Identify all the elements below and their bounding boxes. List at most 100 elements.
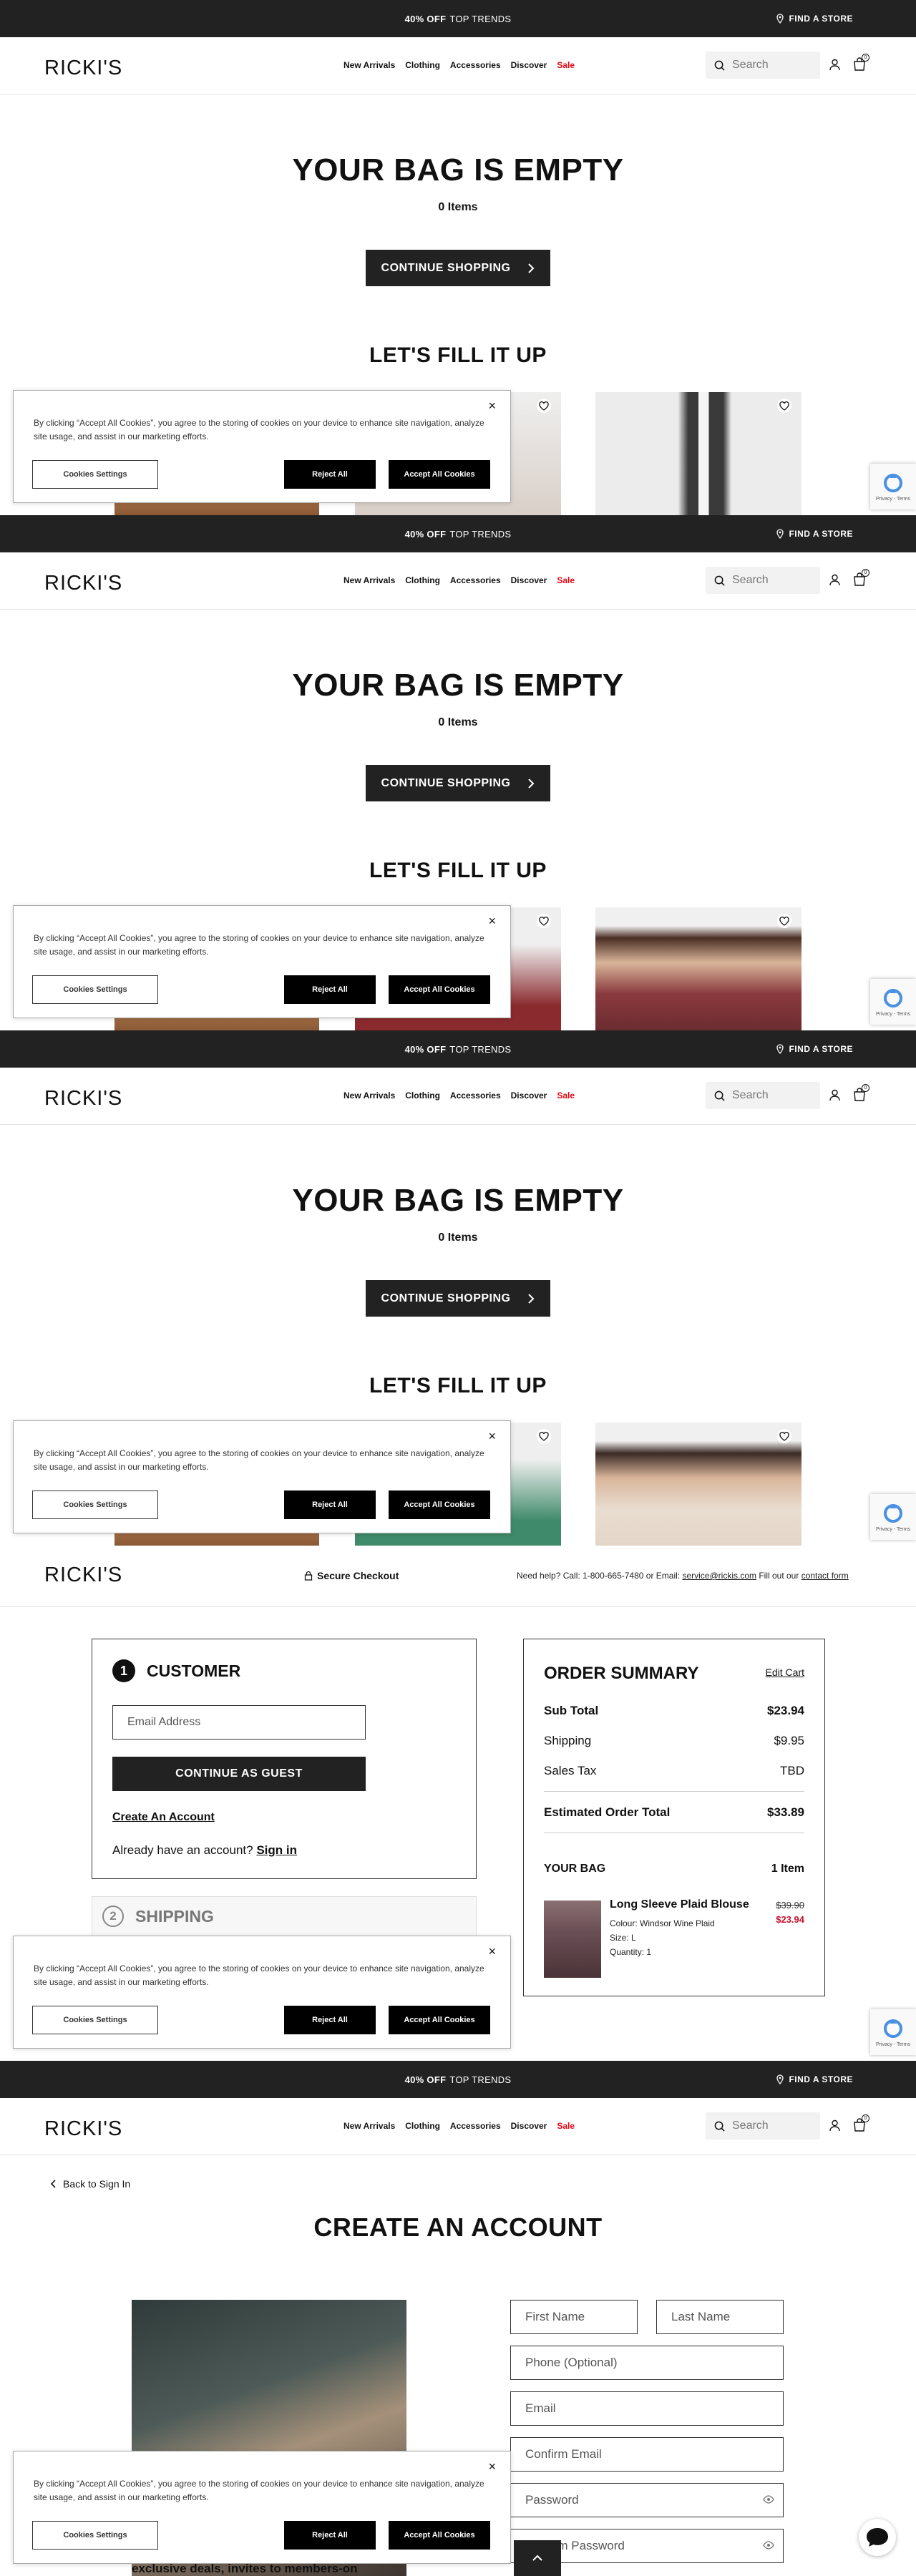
search-input[interactable]: Search bbox=[706, 567, 820, 594]
nav-sale[interactable]: Sale bbox=[557, 575, 575, 585]
bag-icon[interactable]: 0 bbox=[853, 569, 869, 586]
promo-bar[interactable]: 40% OFF TOP TRENDS FIND A STORE bbox=[0, 0, 916, 37]
cookies-settings-button[interactable]: Cookies Settings bbox=[32, 2006, 158, 2034]
contact-form-link[interactable]: contact form bbox=[802, 1571, 849, 1581]
wishlist-heart-icon[interactable] bbox=[537, 914, 551, 928]
nav-sale[interactable]: Sale bbox=[557, 60, 575, 70]
search-input[interactable]: Search bbox=[706, 52, 820, 79]
product-image[interactable] bbox=[544, 1901, 601, 1978]
nav-accessories[interactable]: Accessories bbox=[450, 1091, 501, 1101]
accept-all-cookies-button[interactable]: Accept All Cookies bbox=[389, 2006, 490, 2034]
nav-accessories[interactable]: Accessories bbox=[450, 2121, 501, 2131]
recaptcha-badge[interactable]: Privacy - Terms bbox=[870, 979, 916, 1025]
recaptcha-badge[interactable]: Privacy - Terms bbox=[870, 464, 916, 509]
accept-all-cookies-button[interactable]: Accept All Cookies bbox=[389, 975, 490, 1004]
nav-clothing[interactable]: Clothing bbox=[405, 1091, 440, 1101]
nav-accessories[interactable]: Accessories bbox=[450, 60, 501, 70]
logo[interactable]: RICKI'S bbox=[44, 572, 122, 595]
nav-clothing[interactable]: Clothing bbox=[405, 60, 440, 70]
nav-accessories[interactable]: Accessories bbox=[450, 575, 501, 585]
wishlist-heart-icon[interactable] bbox=[777, 914, 791, 928]
recaptcha-badge[interactable]: Privacy - Terms bbox=[870, 2009, 916, 2055]
phone-field[interactable]: Phone (Optional) bbox=[510, 2346, 784, 2380]
close-icon[interactable]: × bbox=[488, 914, 496, 927]
wishlist-heart-icon[interactable] bbox=[537, 399, 551, 413]
email-field[interactable]: Email bbox=[510, 2391, 784, 2426]
account-icon[interactable] bbox=[829, 59, 841, 71]
search-input[interactable]: Search bbox=[706, 1082, 820, 1109]
first-name-field[interactable]: First Name bbox=[510, 2300, 638, 2334]
chat-button[interactable] bbox=[859, 2519, 896, 2556]
accept-all-cookies-button[interactable]: Accept All Cookies bbox=[389, 460, 490, 489]
accept-all-cookies-button[interactable]: Accept All Cookies bbox=[389, 1491, 490, 1519]
nav-clothing[interactable]: Clothing bbox=[405, 2121, 440, 2131]
continue-shopping-button[interactable]: CONTINUE SHOPPING bbox=[366, 765, 550, 801]
accept-all-cookies-button[interactable]: Accept All Cookies bbox=[389, 2521, 490, 2550]
bag-icon[interactable]: 0 bbox=[853, 1084, 869, 1101]
nav-new-arrivals[interactable]: New Arrivals bbox=[344, 60, 395, 70]
bag-icon[interactable]: 0 bbox=[853, 54, 869, 71]
reject-all-button[interactable]: Reject All bbox=[284, 1491, 376, 1519]
reject-all-button[interactable]: Reject All bbox=[284, 2521, 376, 2550]
nav-sale[interactable]: Sale bbox=[557, 1091, 575, 1101]
logo[interactable]: RICKI'S bbox=[44, 2117, 122, 2141]
continue-shopping-button[interactable]: CONTINUE SHOPPING bbox=[366, 250, 550, 286]
reject-all-button[interactable]: Reject All bbox=[284, 975, 376, 1004]
logo[interactable]: RICKI'S bbox=[44, 1563, 122, 1587]
wishlist-heart-icon[interactable] bbox=[777, 1429, 791, 1443]
account-icon[interactable] bbox=[829, 2119, 841, 2132]
recaptcha-badge[interactable]: Privacy - Terms bbox=[870, 1494, 916, 1540]
promo-bar[interactable]: 40% OFF TOP TRENDS FIND A STORE bbox=[0, 1030, 916, 1068]
reject-all-button[interactable]: Reject All bbox=[284, 460, 376, 489]
close-icon[interactable]: × bbox=[488, 2460, 496, 2473]
account-icon[interactable] bbox=[829, 574, 841, 586]
find-store-link[interactable]: FIND A STORE bbox=[776, 1030, 853, 1068]
reject-all-button[interactable]: Reject All bbox=[284, 2006, 376, 2034]
product-card[interactable] bbox=[595, 392, 802, 515]
bag-icon[interactable]: 0 bbox=[853, 2114, 869, 2132]
close-icon[interactable]: × bbox=[488, 1945, 496, 1958]
last-name-field[interactable]: Last Name bbox=[656, 2300, 784, 2334]
cookies-settings-button[interactable]: Cookies Settings bbox=[32, 460, 158, 489]
email-field[interactable]: Email Address bbox=[112, 1705, 366, 1740]
nav-sale[interactable]: Sale bbox=[557, 2121, 575, 2131]
cookies-settings-button[interactable]: Cookies Settings bbox=[32, 975, 158, 1004]
promo-bar[interactable]: 40% OFF TOP TRENDS FIND A STORE bbox=[0, 2061, 916, 2098]
show-password-icon[interactable] bbox=[763, 2541, 774, 2550]
nav-new-arrivals[interactable]: New Arrivals bbox=[344, 1091, 395, 1101]
nav-discover[interactable]: Discover bbox=[511, 60, 547, 70]
product-card[interactable] bbox=[595, 907, 802, 1030]
close-icon[interactable]: × bbox=[488, 399, 496, 412]
logo[interactable]: RICKI'S bbox=[44, 1087, 122, 1111]
scroll-to-top-button[interactable] bbox=[514, 2540, 561, 2576]
edit-cart-link[interactable]: Edit Cart bbox=[766, 1667, 804, 1678]
continue-as-guest-button[interactable]: CONTINUE AS GUEST bbox=[112, 1757, 366, 1791]
close-icon[interactable]: × bbox=[488, 1430, 496, 1443]
cookies-settings-button[interactable]: Cookies Settings bbox=[32, 1491, 158, 1519]
wishlist-heart-icon[interactable] bbox=[777, 399, 791, 413]
confirm-email-field[interactable]: Confirm Email bbox=[510, 2437, 784, 2472]
find-store-link[interactable]: FIND A STORE bbox=[776, 2061, 853, 2098]
back-to-sign-in-link[interactable]: Back to Sign In bbox=[50, 2178, 130, 2190]
nav-new-arrivals[interactable]: New Arrivals bbox=[344, 2121, 395, 2131]
search-input[interactable]: Search bbox=[706, 2112, 820, 2140]
product-card[interactable] bbox=[595, 1423, 802, 1546]
promo-bar[interactable]: 40% OFF TOP TRENDS FIND A STORE bbox=[0, 515, 916, 552]
nav-discover[interactable]: Discover bbox=[511, 1091, 547, 1101]
item-name[interactable]: Long Sleeve Plaid Blouse bbox=[610, 1898, 749, 1911]
nav-discover[interactable]: Discover bbox=[511, 575, 547, 585]
password-field[interactable]: Password bbox=[510, 2483, 784, 2517]
sign-in-link[interactable]: Sign in bbox=[256, 1843, 297, 1857]
wishlist-heart-icon[interactable] bbox=[537, 1429, 551, 1443]
nav-discover[interactable]: Discover bbox=[511, 2121, 547, 2131]
nav-clothing[interactable]: Clothing bbox=[405, 575, 440, 585]
nav-new-arrivals[interactable]: New Arrivals bbox=[344, 575, 395, 585]
logo[interactable]: RICKI'S bbox=[44, 57, 122, 80]
continue-shopping-button[interactable]: CONTINUE SHOPPING bbox=[366, 1280, 550, 1317]
find-store-link[interactable]: FIND A STORE bbox=[776, 0, 853, 37]
account-icon[interactable] bbox=[829, 1089, 841, 1101]
create-account-link[interactable]: Create An Account bbox=[112, 1811, 215, 1824]
help-email-link[interactable]: service@rickis.com bbox=[682, 1571, 756, 1581]
find-store-link[interactable]: FIND A STORE bbox=[776, 515, 853, 552]
cookies-settings-button[interactable]: Cookies Settings bbox=[32, 2521, 158, 2550]
